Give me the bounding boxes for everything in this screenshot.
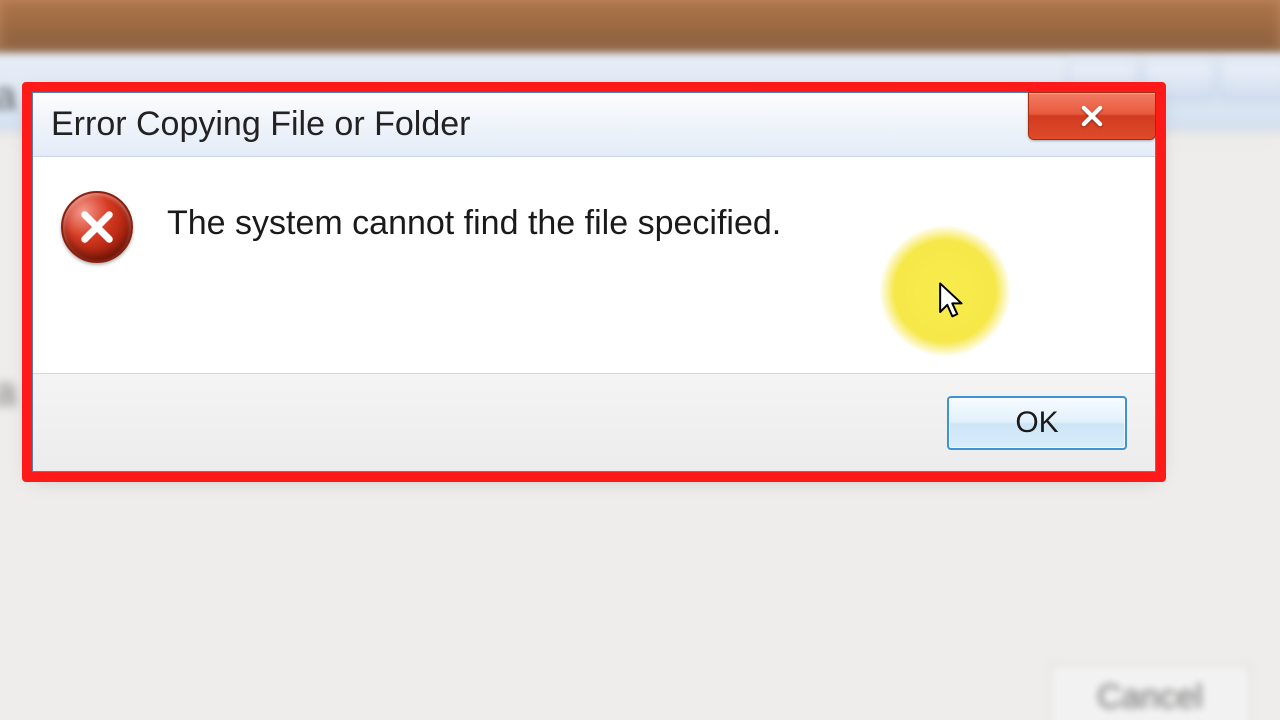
- parent-cancel-button[interactable]: Cancel: [1050, 665, 1250, 720]
- dialog-button-row: OK: [33, 373, 1155, 471]
- parent-title-fragment: a: [0, 74, 16, 119]
- dialog-close-button[interactable]: [1028, 92, 1156, 140]
- error-icon: [61, 191, 133, 263]
- close-icon: [1078, 102, 1106, 130]
- ok-button[interactable]: OK: [947, 396, 1127, 450]
- parent-left-fragment: a: [0, 370, 16, 415]
- dialog-titlebar[interactable]: Error Copying File or Folder: [33, 93, 1155, 157]
- dialog-content: The system cannot find the file specifie…: [33, 157, 1155, 373]
- parent-close-button[interactable]: [1220, 60, 1280, 100]
- error-dialog: Error Copying File or Folder The system …: [32, 92, 1156, 472]
- dialog-title: Error Copying File or Folder: [51, 105, 470, 144]
- dialog-message: The system cannot find the file specifie…: [167, 187, 781, 245]
- desktop-scene: a a Cancel Error Copying File or Folder: [0, 0, 1280, 720]
